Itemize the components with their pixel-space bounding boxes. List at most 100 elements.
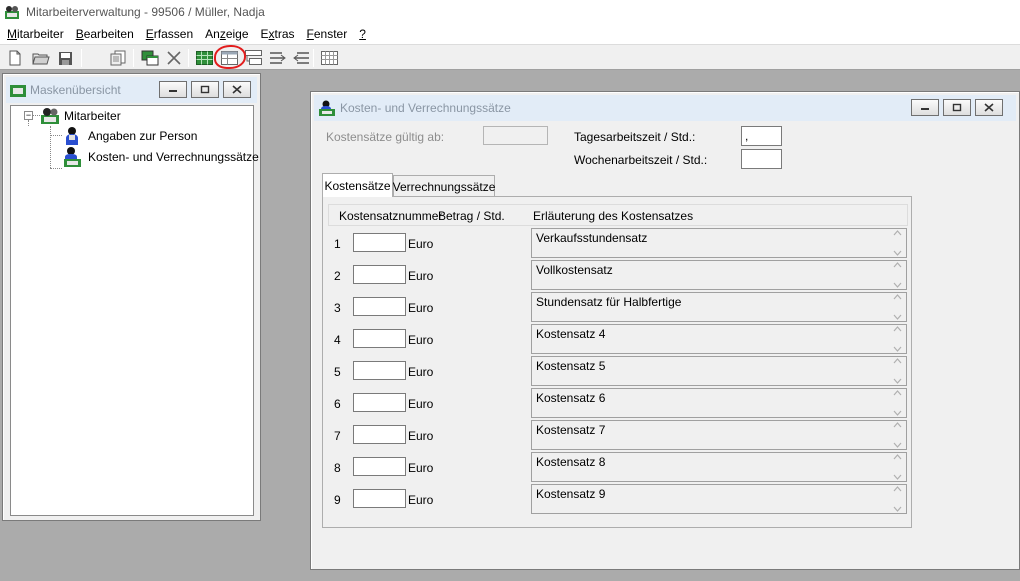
description-field[interactable]: Kostensatz 9: [531, 484, 907, 514]
amount-field[interactable]: [353, 393, 406, 412]
amount-field[interactable]: [353, 329, 406, 348]
description-text: Verkaufsstundensatz: [536, 231, 648, 245]
description-field[interactable]: Kostensatz 5: [531, 356, 907, 386]
table-view-icon[interactable]: [219, 48, 239, 68]
person-costs-icon: [64, 147, 81, 167]
description-scrollbar[interactable]: [890, 262, 904, 288]
menu-bearbeiten[interactable]: Bearbeiten: [71, 27, 141, 41]
restore-button[interactable]: [943, 99, 971, 116]
description-scrollbar[interactable]: [890, 486, 904, 512]
tree-node-kosten[interactable]: Kosten- und Verrechnungssätze: [62, 146, 259, 168]
menu-extras[interactable]: Extras: [256, 27, 302, 41]
description-scrollbar[interactable]: [890, 358, 904, 384]
description-field[interactable]: Kostensatz 6: [531, 388, 907, 418]
valid-from-field[interactable]: [483, 126, 548, 145]
scroll-up-icon[interactable]: [893, 358, 902, 364]
scroll-down-icon[interactable]: [893, 506, 902, 512]
tree-collapse-toggle[interactable]: −: [24, 111, 33, 120]
toolbar-separator: [133, 49, 134, 67]
minimize-button[interactable]: [911, 99, 939, 116]
copy-record-icon[interactable]: [108, 48, 128, 68]
description-scrollbar[interactable]: [890, 390, 904, 416]
restore-button[interactable]: [191, 81, 219, 98]
tree-node-mitarbeiter[interactable]: Mitarbeiter: [40, 107, 121, 125]
weekly-hours-label: Wochenarbeitszeit / Std.:: [574, 153, 708, 167]
scroll-up-icon[interactable]: [893, 326, 902, 332]
grid-view-icon[interactable]: [319, 48, 339, 68]
scroll-up-icon[interactable]: [893, 390, 902, 396]
scroll-down-icon[interactable]: [893, 314, 902, 320]
description-text: Kostensatz 7: [536, 423, 606, 437]
toolbar-separator: [81, 49, 82, 67]
costs-titlebar[interactable]: Kosten- und Verrechnungssätze: [314, 95, 1016, 121]
currency-label: Euro: [408, 461, 434, 475]
tab-verrechnungssaetze[interactable]: Verrechnungssätze: [393, 175, 495, 197]
menu-anzeige[interactable]: Anzeige: [200, 27, 255, 41]
minimize-button[interactable]: [159, 81, 187, 98]
description-scrollbar[interactable]: [890, 294, 904, 320]
save-disk-icon[interactable]: [55, 48, 75, 68]
scroll-up-icon[interactable]: [893, 230, 902, 236]
description-field[interactable]: Vollkostensatz: [531, 260, 907, 290]
scroll-down-icon[interactable]: [893, 474, 902, 480]
scroll-down-icon[interactable]: [893, 378, 902, 384]
employee-group-icon: [41, 108, 59, 124]
amount-field[interactable]: [353, 425, 406, 444]
scroll-up-icon[interactable]: [893, 486, 902, 492]
window-cascade-icon[interactable]: [140, 48, 160, 68]
scroll-down-icon[interactable]: [893, 410, 902, 416]
toolbar: [0, 44, 1020, 70]
amount-field[interactable]: [353, 489, 406, 508]
kostensaetze-panel: Kostensatznummer Betrag / Std. Erläuteru…: [322, 196, 912, 528]
scroll-down-icon[interactable]: [893, 442, 902, 448]
delete-x-icon[interactable]: [164, 48, 184, 68]
overview-titlebar[interactable]: Maskenübersicht: [6, 77, 257, 103]
description-field[interactable]: Kostensatz 4: [531, 324, 907, 354]
menu-mitarbeiter[interactable]: Mitarbeiter: [2, 27, 71, 41]
currency-label: Euro: [408, 237, 434, 251]
description-field[interactable]: Stundensatz für Halbfertige: [531, 292, 907, 322]
description-scrollbar[interactable]: [890, 326, 904, 352]
description-field[interactable]: Kostensatz 8: [531, 452, 907, 482]
description-scrollbar[interactable]: [890, 454, 904, 480]
overview-window: Maskenübersicht − Mitarbeiter Angaben zu…: [2, 73, 261, 521]
row-number: 7: [334, 429, 341, 443]
amount-field[interactable]: [353, 297, 406, 316]
costs-window: Kosten- und Verrechnungssätze Kostensätz…: [310, 91, 1020, 570]
overview-title: Maskenübersicht: [30, 83, 121, 97]
row-number: 4: [334, 333, 341, 347]
close-button[interactable]: [223, 81, 251, 98]
scroll-down-icon[interactable]: [893, 282, 902, 288]
scroll-up-icon[interactable]: [893, 262, 902, 268]
scroll-down-icon[interactable]: [893, 346, 902, 352]
menu-erfassen[interactable]: Erfassen: [141, 27, 200, 41]
new-document-icon[interactable]: [5, 48, 25, 68]
description-field[interactable]: Kostensatz 7: [531, 420, 907, 450]
tree-node-angaben[interactable]: Angaben zur Person: [62, 126, 197, 146]
daily-hours-field[interactable]: [741, 126, 782, 146]
row-number: 8: [334, 461, 341, 475]
weekly-hours-field[interactable]: [741, 149, 782, 169]
description-scrollbar[interactable]: [890, 422, 904, 448]
scroll-up-icon[interactable]: [893, 294, 902, 300]
scroll-up-icon[interactable]: [893, 422, 902, 428]
menu-fenster[interactable]: Fenster: [302, 27, 355, 41]
arrow-left-icon[interactable]: [291, 48, 311, 68]
menu-help[interactable]: ?: [354, 27, 373, 41]
amount-field[interactable]: [353, 361, 406, 380]
amount-field[interactable]: [353, 457, 406, 476]
close-button[interactable]: [975, 99, 1003, 116]
amount-field[interactable]: [353, 233, 406, 252]
split-view-icon[interactable]: [243, 48, 263, 68]
description-scrollbar[interactable]: [890, 230, 904, 256]
table-green-icon[interactable]: [194, 48, 214, 68]
description-field[interactable]: Verkaufsstundensatz: [531, 228, 907, 258]
scroll-up-icon[interactable]: [893, 454, 902, 460]
scroll-down-icon[interactable]: [893, 250, 902, 256]
tab-kostensaetze[interactable]: Kostensätze: [322, 173, 393, 197]
arrow-right-icon[interactable]: [267, 48, 287, 68]
open-folder-icon[interactable]: [31, 48, 51, 68]
currency-label: Euro: [408, 365, 434, 379]
overview-window-icon: [10, 85, 26, 97]
amount-field[interactable]: [353, 265, 406, 284]
